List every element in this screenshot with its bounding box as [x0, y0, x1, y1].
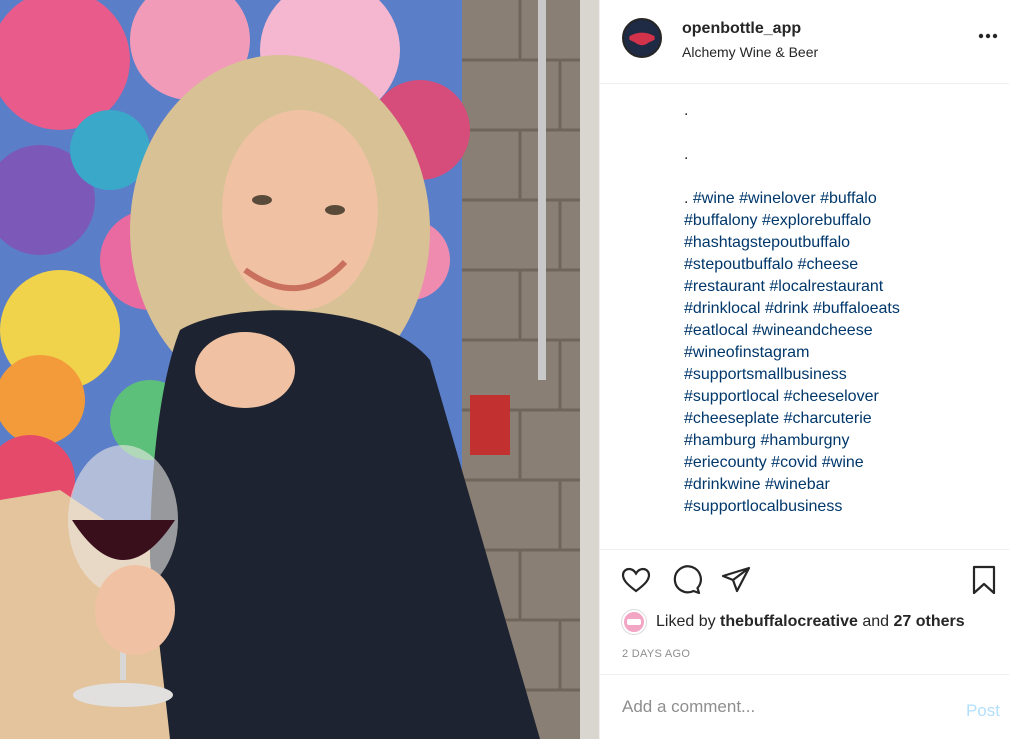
- post-timestamp[interactable]: 2 days ago: [622, 648, 690, 660]
- caption-hashtag-line: #supportlocalbusiness: [684, 496, 984, 518]
- hashtag-link[interactable]: #hamburg: [684, 432, 756, 449]
- hashtag-link[interactable]: #winelover: [739, 190, 815, 207]
- hashtag-link[interactable]: #cheeseplate: [684, 410, 779, 427]
- caption-hashtag-line: #buffalony #explorebuffalo: [684, 210, 984, 232]
- caption-hashtag-line: #eriecounty #covid #wine: [684, 452, 984, 474]
- hashtag-link[interactable]: #covid: [771, 454, 817, 471]
- caption-overflow-fade: [684, 518, 984, 528]
- hashtag-link[interactable]: #buffalo: [820, 190, 877, 207]
- hashtag-link[interactable]: #wine: [693, 190, 735, 207]
- hashtag-link[interactable]: #cheeselover: [784, 388, 879, 405]
- hashtag-link[interactable]: #supportlocalbusiness: [684, 498, 842, 515]
- avatar-logo: [624, 20, 660, 56]
- caption-prefix: .: [684, 190, 693, 207]
- hashtag-link[interactable]: #winebar: [765, 476, 830, 493]
- hashtag-link[interactable]: #drink: [765, 300, 809, 317]
- caption-dot-line: .: [684, 102, 689, 119]
- hashtag-link[interactable]: #drinklocal: [684, 300, 760, 317]
- post-detail-pane: openbottle_app Alchemy Wine & Beer . . .…: [599, 0, 1009, 739]
- hashtag-link[interactable]: #wine: [822, 454, 864, 471]
- hashtag-link[interactable]: #buffalony: [684, 212, 758, 229]
- post-comment-button[interactable]: Post: [966, 701, 1000, 721]
- caption-hashtag-line: #wineofinstagram: [684, 342, 984, 364]
- heart-icon[interactable]: [620, 564, 652, 596]
- likes-prefix: Liked by: [656, 613, 716, 630]
- caption-hashtag-line: #stepoutbuffalo #cheese: [684, 254, 984, 276]
- caption-hashtag-line: #cheeseplate #charcuterie: [684, 408, 984, 430]
- hashtag-link[interactable]: #buffaloeats: [813, 300, 900, 317]
- caption-hashtag-line: #hashtagstepoutbuffalo: [684, 232, 984, 254]
- hashtag-link[interactable]: #drinkwine: [684, 476, 760, 493]
- hashtag-link[interactable]: #charcuterie: [784, 410, 872, 427]
- comment-bar: Post: [600, 674, 1009, 739]
- liker-avatar[interactable]: [622, 610, 646, 634]
- action-bar: Liked by thebuffalocreative and 27 other…: [600, 549, 1009, 674]
- hashtag-link[interactable]: #wineandcheese: [753, 322, 873, 339]
- likes-others-link[interactable]: 27 others: [893, 613, 964, 631]
- post-header: openbottle_app Alchemy Wine & Beer: [600, 0, 1009, 84]
- more-dots-icon[interactable]: [976, 24, 1000, 48]
- hashtag-link[interactable]: #restaurant: [684, 278, 765, 295]
- hashtag-link[interactable]: #explorebuffalo: [762, 212, 871, 229]
- caption-hashtag-line: #supportsmallbusiness: [684, 364, 984, 386]
- hashtag-link[interactable]: #hashtagstepoutbuffalo: [684, 234, 850, 251]
- hashtag-link[interactable]: #wineofinstagram: [684, 344, 809, 361]
- caption-hashtag-line: #restaurant #localrestaurant: [684, 276, 984, 298]
- comment-input[interactable]: [622, 695, 942, 719]
- hashtag-link[interactable]: #stepoutbuffalo: [684, 256, 793, 273]
- liker-username[interactable]: thebuffalocreative: [720, 613, 858, 631]
- likes-conj: and: [862, 613, 890, 630]
- caption-dot-line: .: [684, 146, 689, 163]
- caption-hashtag-line: #drinklocal #drink #buffaloeats: [684, 298, 984, 320]
- photo-image: [0, 0, 599, 739]
- username[interactable]: openbottle_app: [682, 20, 801, 38]
- hashtag-link[interactable]: #supportlocal: [684, 388, 779, 405]
- avatar[interactable]: [622, 18, 662, 58]
- hashtag-link[interactable]: #hamburgny: [761, 432, 850, 449]
- post-photo[interactable]: [0, 0, 599, 739]
- caption-hashtag-line: #hamburg #hamburgny: [684, 430, 984, 452]
- hashtag-link[interactable]: #localrestaurant: [769, 278, 883, 295]
- bookmark-icon[interactable]: [968, 564, 1000, 596]
- caption: . . . #wine #winelover #buffalo #buffalon…: [684, 100, 984, 544]
- likes-summary: Liked by thebuffalocreative and 27 other…: [622, 610, 965, 634]
- hashtag-link[interactable]: #eatlocal: [684, 322, 748, 339]
- hashtag-link[interactable]: #eriecounty: [684, 454, 767, 471]
- hashtag-list: . #wine #winelover #buffalo #buffalony #e…: [684, 188, 984, 518]
- hashtag-link[interactable]: #supportsmallbusiness: [684, 366, 847, 383]
- caption-hashtag-line: #eatlocal #wineandcheese: [684, 320, 984, 342]
- location-link[interactable]: Alchemy Wine & Beer: [682, 44, 818, 60]
- caption-hashtag-line: . #wine #winelover #buffalo: [684, 188, 984, 210]
- hashtag-link[interactable]: #cheese: [798, 256, 859, 273]
- caption-hashtag-line: #drinkwine #winebar: [684, 474, 984, 496]
- caption-hashtag-line: #supportlocal #cheeselover: [684, 386, 984, 408]
- paper-plane-icon[interactable]: [720, 564, 752, 596]
- comment-bubble-icon[interactable]: [670, 564, 702, 596]
